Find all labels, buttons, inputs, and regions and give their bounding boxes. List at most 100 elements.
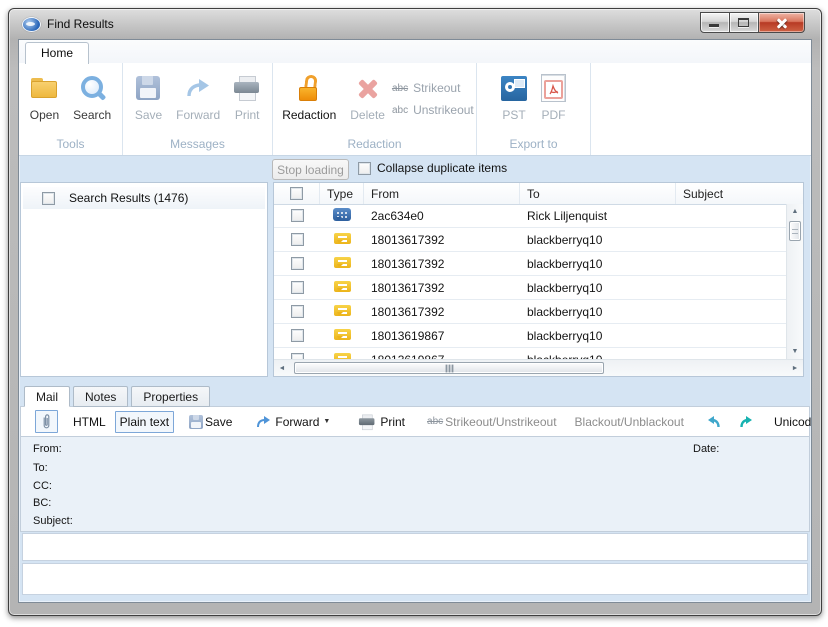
table-row[interactable]: 18013617392 blackberryq10: [274, 252, 786, 276]
preview-toolbar: HTML Plain text Save Forward ▼ Print: [20, 406, 810, 437]
header-type[interactable]: Type: [320, 183, 364, 204]
paperclip-icon: [41, 413, 52, 430]
table-row[interactable]: 18013617392 blackberryq10: [274, 228, 786, 252]
tab-properties[interactable]: Properties: [131, 386, 210, 407]
row-checkbox[interactable]: [291, 257, 304, 270]
cell-to: blackberryq10: [520, 281, 676, 295]
abc-strikeout-icon: abc: [427, 416, 443, 427]
row-checkbox[interactable]: [291, 305, 304, 318]
header-from[interactable]: From: [364, 183, 520, 204]
row-checkbox[interactable]: [291, 329, 304, 342]
save-button[interactable]: Save: [128, 72, 169, 122]
maximize-button[interactable]: [729, 12, 759, 33]
page: Find Results Home Open: [0, 0, 828, 627]
save-label: Save: [135, 108, 162, 122]
table-row[interactable]: 18013619867 blackberryq10: [274, 348, 786, 359]
horizontal-scrollbar[interactable]: ◄ ►: [274, 359, 803, 376]
undo-button[interactable]: [701, 411, 726, 432]
collapse-duplicates-label: Collapse duplicate items: [377, 161, 507, 175]
tree-root-row[interactable]: Search Results (1476): [23, 187, 265, 209]
export-pst-button[interactable]: PST: [494, 72, 534, 122]
forward-arrow-icon: [256, 415, 271, 428]
tab-home[interactable]: Home: [25, 42, 89, 64]
client-area: Home Open Search Tools: [18, 39, 812, 603]
group-caption-messages: Messages: [123, 137, 272, 151]
row-checkbox[interactable]: [291, 233, 304, 246]
row-checkbox[interactable]: [291, 209, 304, 222]
print-message-button[interactable]: Print: [353, 410, 410, 434]
open-button[interactable]: Open: [23, 72, 66, 122]
print-button[interactable]: Print: [227, 72, 267, 122]
chevron-down-icon: ▼: [323, 418, 330, 425]
table-header: Type From To Subject: [274, 183, 803, 205]
abc-unstrikeout-icon: abc: [392, 105, 408, 116]
pdf-icon: [541, 72, 566, 104]
group-caption-export: Export to: [477, 137, 590, 151]
tab-notes[interactable]: Notes: [73, 386, 128, 407]
minimize-button[interactable]: [700, 12, 730, 33]
scroll-down-icon[interactable]: ▼: [788, 344, 802, 359]
encoding-dropdown[interactable]: Unicode (UTF-8) ▼: [769, 411, 812, 433]
save-floppy-icon: [136, 72, 160, 104]
plain-text-view-button[interactable]: Plain text: [115, 411, 174, 433]
save-message-button[interactable]: Save: [184, 411, 237, 433]
export-pdf-button[interactable]: PDF: [534, 72, 573, 122]
results-table: Type From To Subject 2ac634e0 Rick Lilje…: [273, 182, 804, 377]
search-label: Search: [73, 108, 111, 122]
attachment-button[interactable]: [35, 410, 58, 433]
forward-label: Forward: [176, 108, 220, 122]
collapse-duplicates-checkbox[interactable]: [358, 162, 371, 175]
table-row[interactable]: 18013617392 blackberryq10: [274, 300, 786, 324]
tab-mail[interactable]: Mail: [24, 386, 70, 407]
pdf-label: PDF: [542, 108, 566, 122]
ribbon: Home Open Search Tools: [19, 40, 811, 156]
abc-strikeout-icon: abc: [392, 83, 408, 94]
bbm-chat-icon: [333, 208, 351, 224]
strikeout-unstrikeout-button[interactable]: abc Strikeout/Unstrikeout: [422, 411, 562, 433]
stop-loading-button[interactable]: Stop loading: [272, 159, 349, 180]
ribbon-group-tools: Open Search Tools: [19, 63, 123, 155]
forward-button[interactable]: Forward: [169, 72, 227, 122]
strikeout-button[interactable]: abc Strikeout: [392, 77, 474, 99]
horizontal-scroll-thumb[interactable]: [294, 362, 604, 374]
html-view-button[interactable]: HTML: [68, 411, 111, 433]
message-attachment-pane[interactable]: [22, 563, 808, 595]
message-body-pane[interactable]: [22, 533, 808, 561]
table-row[interactable]: 18013617392 blackberryq10: [274, 276, 786, 300]
redo-button[interactable]: [734, 411, 759, 432]
scroll-left-icon[interactable]: ◄: [274, 361, 290, 375]
ribbon-group-redaction: Redaction Delete abc Strikeout: [273, 63, 477, 155]
row-checkbox[interactable]: [291, 281, 304, 294]
cell-from: 18013617392: [364, 281, 520, 295]
scroll-right-icon[interactable]: ►: [787, 361, 803, 375]
redaction-button[interactable]: Redaction: [275, 72, 343, 122]
close-button[interactable]: [758, 12, 805, 33]
delete-button[interactable]: Delete: [343, 72, 392, 122]
minimize-icon: [709, 24, 719, 27]
header-subject[interactable]: Subject: [676, 183, 803, 204]
sms-message-icon: [334, 257, 351, 271]
message-header-fields: From: Date: To: CC: BC: Subject:: [20, 437, 810, 532]
table-row[interactable]: 18013619867 blackberryq10: [274, 324, 786, 348]
date-field-label: Date:: [693, 443, 719, 455]
scroll-up-icon[interactable]: ▲: [788, 204, 802, 219]
unstrikeout-button[interactable]: abc Unstrikeout: [392, 99, 474, 121]
forward-message-button[interactable]: Forward ▼: [251, 411, 335, 433]
to-field-label: To:: [33, 462, 48, 474]
cell-from: 18013619867: [364, 329, 520, 343]
ribbon-group-messages: Save Forward Print Messages: [123, 63, 273, 155]
search-button[interactable]: Search: [66, 72, 118, 122]
cell-to: Rick Liljenquist: [520, 209, 676, 223]
blackout-unblackout-button[interactable]: Blackout/Unblackout: [570, 411, 689, 433]
table-row[interactable]: 2ac634e0 Rick Liljenquist: [274, 204, 786, 228]
undo-icon: [706, 415, 721, 428]
cell-from: 2ac634e0: [364, 209, 520, 223]
header-to[interactable]: To: [520, 183, 676, 204]
vertical-scroll-thumb[interactable]: [789, 221, 801, 241]
title-bar[interactable]: Find Results: [9, 9, 821, 39]
tree-root-checkbox[interactable]: [42, 192, 55, 205]
strikeout-label: Strikeout: [413, 81, 460, 95]
select-all-checkbox[interactable]: [290, 187, 303, 200]
vertical-scrollbar[interactable]: ▲ ▼: [786, 204, 803, 359]
app-logo-icon: [22, 17, 41, 32]
